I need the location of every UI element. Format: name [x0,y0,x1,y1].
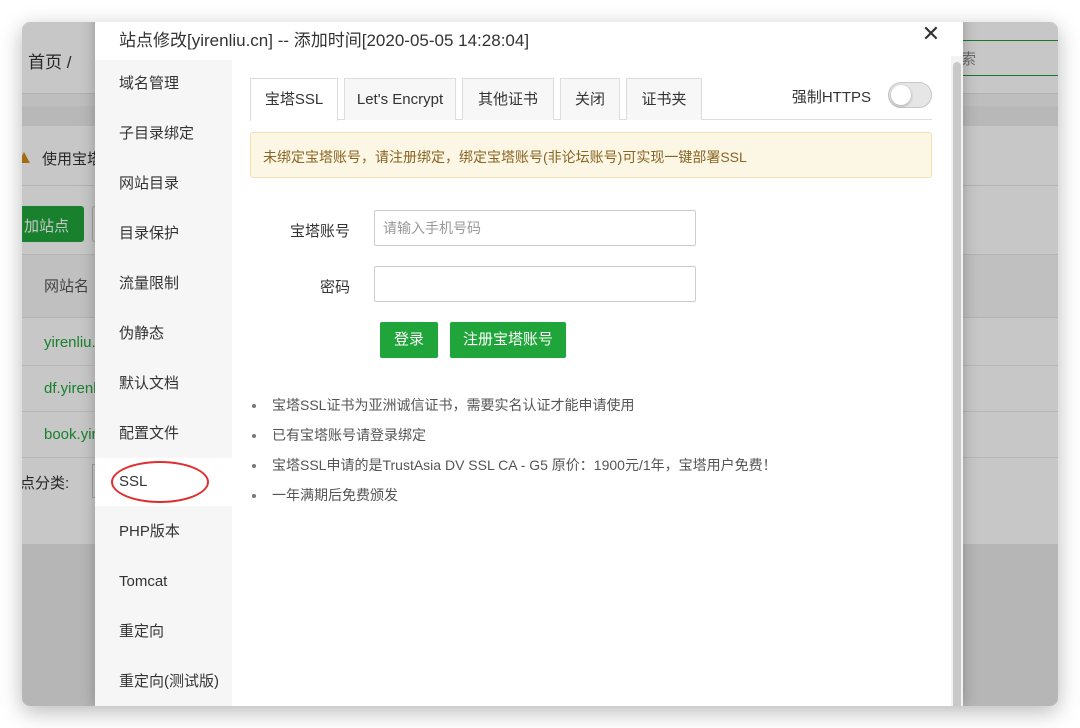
sidebar-item-dir-protect[interactable]: 目录保护 [95,210,232,258]
ssl-tips: 宝塔SSL证书为亚洲诚信证书，需要实名认证才能申请使用 已有宝塔账号请登录绑定 … [250,390,932,510]
modal-title: 站点修改[yirenliu.cn] -- 添加时间[2020-05-05 14:… [119,31,530,50]
force-https-toggle[interactable] [888,82,932,108]
sidebar-item-redirect[interactable]: 重定向 [95,608,232,656]
sidebar-item-site-dir[interactable]: 网站目录 [95,160,232,208]
sidebar-item-subdir[interactable]: 子目录绑定 [95,110,232,158]
list-item: 宝塔SSL证书为亚洲诚信证书，需要实名认证才能申请使用 [250,390,932,420]
sidebar-item-redirect-beta[interactable]: 重定向(测试版) [95,658,232,706]
sidebar-item-domain[interactable]: 域名管理 [95,60,232,108]
list-item: 宝塔SSL申请的是TrustAsia DV SSL CA - G5 原价：190… [250,450,932,480]
alert-text: 未绑定宝塔账号，请注册绑定，绑定宝塔账号(非论坛账号)可实现一键部署SSL [263,149,747,165]
list-item: 一年满期后免费颁发 [250,480,932,510]
tab-bt-ssl[interactable]: 宝塔SSL [250,78,338,121]
site-edit-modal: 站点修改[yirenliu.cn] -- 添加时间[2020-05-05 14:… [95,22,963,706]
sidebar-item-default-doc[interactable]: 默认文档 [95,360,232,408]
screenshot-frame: 首页 / 搜索 使用宝塔 加站点 网站名 yirenliu. df.yirenl… [22,22,1058,706]
modal-header: 站点修改[yirenliu.cn] -- 添加时间[2020-05-05 14:… [95,22,963,60]
sidebar-item-rewrite[interactable]: 伪静态 [95,310,232,358]
sidebar-item-traffic[interactable]: 流量限制 [95,260,232,308]
tab-lets-encrypt[interactable]: Let's Encrypt [344,78,456,120]
modal-sidebar: 域名管理 子目录绑定 网站目录 目录保护 流量限制 伪静态 默认文档 配置文件 … [95,60,232,706]
sidebar-item-php[interactable]: PHP版本 [95,508,232,556]
tab-close[interactable]: 关闭 [560,78,620,120]
close-icon[interactable]: ✕ [919,22,943,46]
sidebar-item-ssl[interactable]: SSL [95,458,232,506]
sidebar-item-config[interactable]: 配置文件 [95,410,232,458]
tab-cert-folder[interactable]: 证书夹 [626,78,702,120]
password-label: 密码 [319,279,350,296]
modal-scrollbar[interactable] [951,56,963,706]
bind-account-alert: 未绑定宝塔账号，请注册绑定，绑定宝塔账号(非论坛账号)可实现一键部署SSL [250,132,932,178]
account-label: 宝塔账号 [289,223,350,240]
login-button[interactable]: 登录 [380,322,438,358]
toggle-knob [891,85,911,105]
sidebar-item-tomcat[interactable]: Tomcat [95,558,232,606]
list-item: 已有宝塔账号请登录绑定 [250,420,932,450]
account-input[interactable] [374,210,696,246]
password-input[interactable] [374,266,696,302]
force-https-label: 强制HTTPS [791,89,871,106]
ssl-content: 宝塔SSL Let's Encrypt 其他证书 关闭 证书夹 强制HTTPS … [232,60,951,706]
register-button[interactable]: 注册宝塔账号 [450,322,566,358]
tab-other-cert[interactable]: 其他证书 [462,78,554,120]
scrollbar-thumb[interactable] [953,62,961,706]
